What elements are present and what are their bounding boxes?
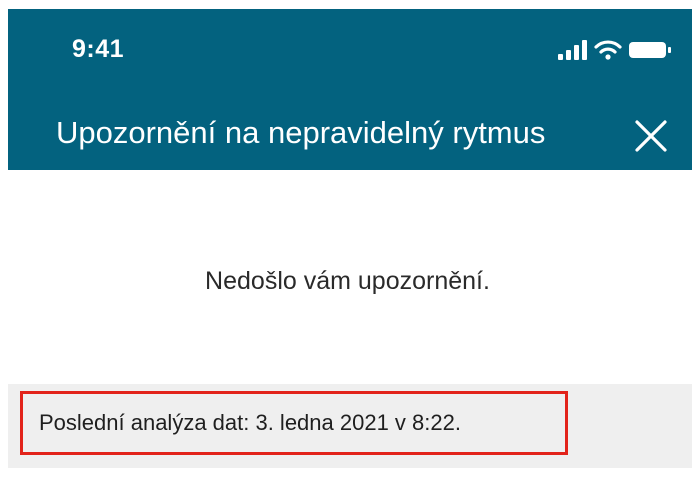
- status-bar: 9:41: [8, 9, 692, 87]
- last-analysis-text: Poslední analýza dat: 3. ledna 2021 v 8:…: [39, 410, 461, 435]
- close-icon: [635, 120, 667, 152]
- app-header: 9:41 Upozornění na nepravidelný rytmus: [8, 9, 692, 170]
- page-title: Upozornění na nepravidelný rytmus: [56, 115, 546, 150]
- signal-icon: [558, 40, 587, 60]
- title-bar: Upozornění na nepravidelný rytmus: [8, 109, 692, 163]
- wifi-icon: [594, 40, 622, 60]
- battery-icon: [629, 42, 671, 58]
- status-icons: [558, 37, 672, 63]
- no-alerts-message: Nedošlo vám upozornění.: [205, 267, 490, 295]
- close-button[interactable]: [632, 117, 670, 155]
- screen: 9:41 Upozornění na nepravidelný rytmus N…: [0, 0, 695, 496]
- status-time: 9:41: [72, 35, 125, 63]
